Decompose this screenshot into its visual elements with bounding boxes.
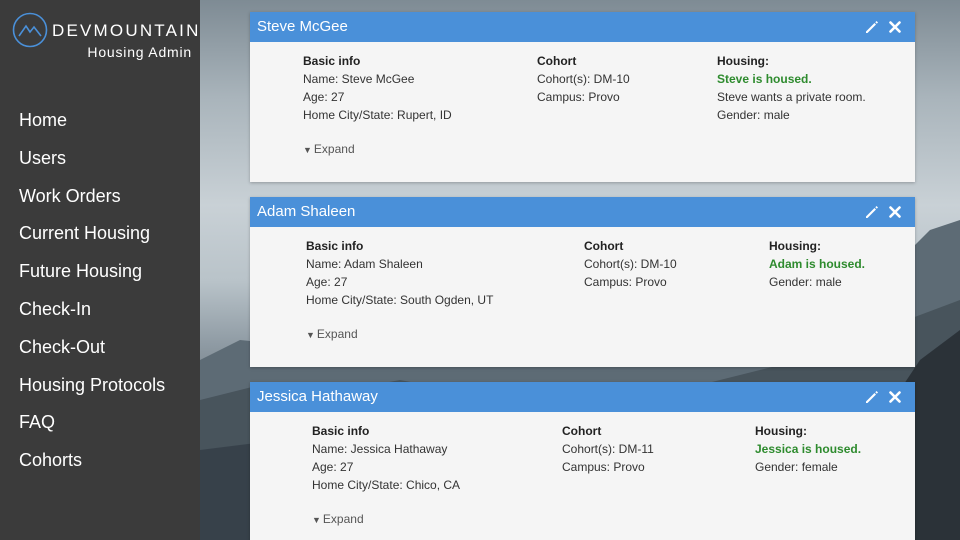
close-icon[interactable] <box>886 203 904 221</box>
basic-name: Name: Adam Shaleen <box>306 257 423 271</box>
brand-name: DEVMOUNTAIN <box>52 21 201 40</box>
sidebar: DEVMOUNTAIN Housing Admin Home Users Wor… <box>0 0 200 540</box>
mountain-logo-icon <box>12 12 48 48</box>
basic-home-city: Home City/State: Chico, CA <box>312 478 461 492</box>
basic-info-column: Basic info Name: Steve McGee Age: 27 Hom… <box>303 52 452 124</box>
sidebar-nav: Home Users Work Orders Current Housing F… <box>19 108 165 486</box>
card-header: Adam Shaleen <box>250 197 915 227</box>
nav-item-housing-protocols[interactable]: Housing Protocols <box>19 373 165 411</box>
nav-item-future-housing[interactable]: Future Housing <box>19 259 165 297</box>
cohort-column: Cohort Cohort(s): DM-10 Campus: Provo <box>584 237 677 291</box>
basic-info-column: Basic info Name: Jessica Hathaway Age: 2… <box>312 422 460 494</box>
user-card: Steve McGee Basic info Name: Steve McGee… <box>250 12 915 182</box>
expand-toggle[interactable]: ▼ Expand <box>303 142 355 156</box>
cohort-column: Cohort Cohort(s): DM-11 Campus: Provo <box>562 422 654 476</box>
housing-heading: Housing: <box>769 239 821 253</box>
housing-column: Housing: Steve is housed. Steve wants a … <box>717 52 866 124</box>
cohort-value: Cohort(s): DM-10 <box>584 257 677 271</box>
cohort-value: Cohort(s): DM-11 <box>562 442 654 456</box>
housing-heading: Housing: <box>755 424 807 438</box>
cohort-value: Cohort(s): DM-10 <box>537 72 630 86</box>
housing-note: Steve wants a private room. <box>717 90 866 104</box>
basic-info-heading: Basic info <box>306 239 364 253</box>
user-card: Adam Shaleen Basic info Name: Adam Shale… <box>250 197 915 367</box>
nav-item-check-out[interactable]: Check-Out <box>19 335 165 373</box>
cohort-heading: Cohort <box>562 424 602 438</box>
pencil-icon[interactable] <box>863 203 881 221</box>
campus-value: Campus: Provo <box>537 90 620 104</box>
campus-value: Campus: Provo <box>562 460 645 474</box>
expand-toggle[interactable]: ▼ Expand <box>312 512 364 526</box>
housing-status: Jessica is housed. <box>755 442 862 456</box>
housing-status: Steve is housed. <box>717 72 812 86</box>
nav-item-current-housing[interactable]: Current Housing <box>19 221 165 259</box>
card-title: Adam Shaleen <box>257 203 356 220</box>
basic-name: Name: Steve McGee <box>303 72 415 86</box>
nav-item-users[interactable]: Users <box>19 146 165 184</box>
nav-item-home[interactable]: Home <box>19 108 165 146</box>
expand-toggle[interactable]: ▼ Expand <box>306 327 358 341</box>
gender-value: Gender: female <box>755 460 838 474</box>
gender-value: Gender: male <box>769 275 842 289</box>
nav-item-check-in[interactable]: Check-In <box>19 297 165 335</box>
cohort-heading: Cohort <box>584 239 624 253</box>
housing-column: Housing: Jessica is housed. Gender: fema… <box>755 422 861 476</box>
basic-name: Name: Jessica Hathaway <box>312 442 448 456</box>
card-title: Steve McGee <box>257 18 348 35</box>
basic-home-city: Home City/State: South Ogden, UT <box>306 293 494 307</box>
caret-down-icon: ▼ <box>303 145 312 155</box>
campus-value: Campus: Provo <box>584 275 667 289</box>
card-header: Jessica Hathaway <box>250 382 915 412</box>
nav-item-work-orders[interactable]: Work Orders <box>19 184 165 222</box>
close-icon[interactable] <box>886 388 904 406</box>
close-icon[interactable] <box>886 18 904 36</box>
brand-subtitle: Housing Admin <box>87 44 192 60</box>
housing-heading: Housing: <box>717 54 769 68</box>
expand-label: Expand <box>322 512 364 526</box>
basic-info-heading: Basic info <box>303 54 361 68</box>
housing-column: Housing: Adam is housed. Gender: male <box>769 237 865 291</box>
nav-item-faq[interactable]: FAQ <box>19 410 165 448</box>
card-title: Jessica Hathaway <box>257 388 378 405</box>
basic-age: Age: 27 <box>312 460 354 474</box>
expand-label: Expand <box>316 327 358 341</box>
user-card: Jessica Hathaway Basic info Name: Jessic… <box>250 382 915 540</box>
pencil-icon[interactable] <box>863 388 881 406</box>
caret-down-icon: ▼ <box>312 515 321 525</box>
basic-age: Age: 27 <box>306 275 348 289</box>
pencil-icon[interactable] <box>863 18 881 36</box>
gender-value: Gender: male <box>717 108 790 122</box>
expand-label: Expand <box>313 142 355 156</box>
cohort-heading: Cohort <box>537 54 577 68</box>
card-header: Steve McGee <box>250 12 915 42</box>
cohort-column: Cohort Cohort(s): DM-10 Campus: Provo <box>537 52 630 106</box>
user-card-list: Steve McGee Basic info Name: Steve McGee… <box>250 12 915 540</box>
basic-info-heading: Basic info <box>312 424 370 438</box>
basic-age: Age: 27 <box>303 90 345 104</box>
caret-down-icon: ▼ <box>306 330 315 340</box>
brand-logo[interactable]: DEVMOUNTAIN Housing Admin <box>12 12 198 62</box>
nav-item-cohorts[interactable]: Cohorts <box>19 448 165 486</box>
basic-home-city: Home City/State: Rupert, ID <box>303 108 452 122</box>
housing-status: Adam is housed. <box>769 257 866 271</box>
basic-info-column: Basic info Name: Adam Shaleen Age: 27 Ho… <box>306 237 493 309</box>
